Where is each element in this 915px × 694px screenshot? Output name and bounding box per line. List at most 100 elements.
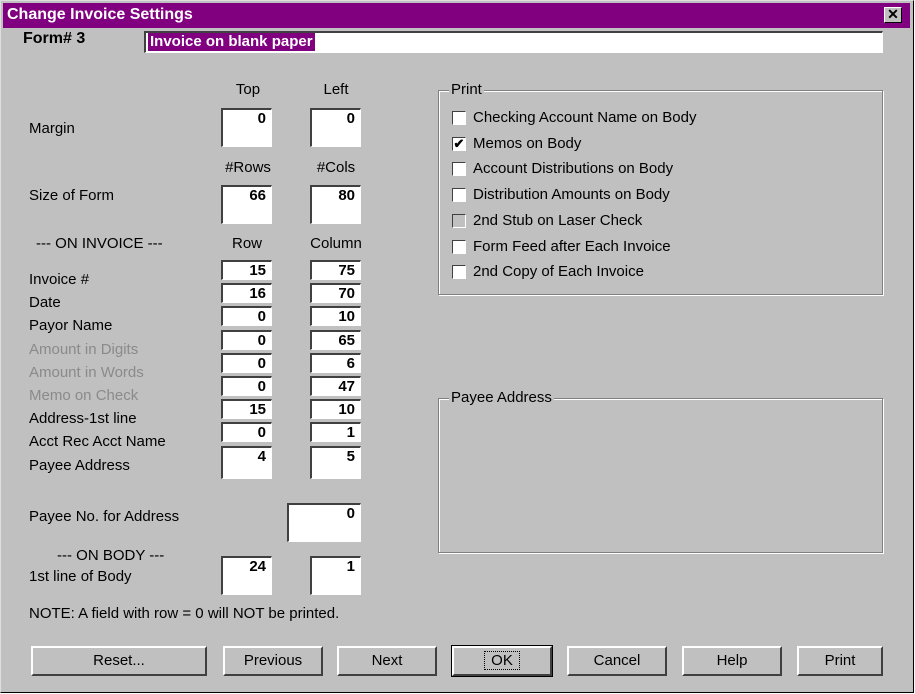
field-col-value: 47 <box>338 378 355 395</box>
close-button[interactable]: ✕ <box>884 7 902 23</box>
form-name-input[interactable]: Invoice on blank paper <box>144 31 883 53</box>
print-option-checkbox[interactable] <box>452 162 466 177</box>
print-option-checkbox[interactable] <box>452 265 466 280</box>
print-option-checkbox <box>452 213 466 228</box>
print-option-checkbox[interactable] <box>452 111 466 125</box>
margin-top-input[interactable]: 0 <box>221 108 272 147</box>
field-label: Acct Rec Acct Name <box>29 433 166 450</box>
dialog-window: Change Invoice Settings ✕ Form# 3 Invoic… <box>0 0 914 693</box>
margin-left-value: 0 <box>346 110 355 127</box>
reset-button[interactable]: Reset... <box>31 646 207 676</box>
print-option-checkbox[interactable]: ✔ <box>452 135 466 151</box>
field-row-input[interactable]: 16 <box>221 283 272 303</box>
payee-no-label: Payee No. for Address <box>29 508 180 525</box>
print-option-label: 2nd Stub on Laser Check <box>473 211 643 229</box>
print-option-label[interactable]: Account Distributions on Body <box>473 160 673 177</box>
cancel-button[interactable]: Cancel <box>567 646 667 676</box>
on-body-heading: --- ON BODY --- <box>57 547 165 564</box>
field-label: Memo on Check <box>29 387 139 404</box>
size-rows-value: 66 <box>249 187 266 204</box>
field-label: Amount in Words <box>29 364 144 381</box>
field-col-value: 5 <box>346 448 355 465</box>
field-label: Payee Address <box>29 457 130 474</box>
help-button[interactable]: Help <box>682 646 782 676</box>
field-label: Amount in Digits <box>29 341 139 358</box>
size-rows-input[interactable]: 66 <box>221 185 272 224</box>
ok-button[interactable]: OK <box>451 645 553 677</box>
header-row: Row <box>231 235 262 252</box>
header-cols: #Cols <box>316 159 356 176</box>
form-number-label: Form# 3 <box>23 30 86 47</box>
body-line-label: 1st line of Body <box>29 568 132 585</box>
field-col-input[interactable]: 70 <box>310 283 361 303</box>
close-icon: ✕ <box>887 6 899 22</box>
next-button[interactable]: Next <box>337 646 437 676</box>
ok-button-label: OK <box>484 651 520 670</box>
header-column: Column <box>310 235 362 252</box>
print-option-label[interactable]: Memos on Body <box>473 135 581 152</box>
field-col-input[interactable]: 1 <box>310 422 361 442</box>
field-row-value: 15 <box>249 401 266 418</box>
print-option-label[interactable]: Distribution Amounts on Body <box>473 186 670 203</box>
print-option-label[interactable]: Checking Account Name on Body <box>473 109 696 126</box>
field-row-input[interactable]: 0 <box>221 306 272 326</box>
field-col-value: 1 <box>346 424 355 441</box>
field-row-value: 0 <box>257 332 266 349</box>
margin-left-input[interactable]: 0 <box>310 108 361 147</box>
field-row-input[interactable]: 15 <box>221 399 272 419</box>
print-button[interactable]: Print <box>797 646 883 676</box>
field-row-value: 0 <box>257 424 266 441</box>
checkmark-icon: ✔ <box>453 135 465 151</box>
field-row-value: 15 <box>249 262 266 279</box>
field-row-input[interactable]: 0 <box>221 330 272 350</box>
body-line-col-input[interactable]: 1 <box>310 556 361 595</box>
print-group-legend: Print <box>449 81 484 98</box>
field-col-value: 10 <box>338 401 355 418</box>
field-row-input[interactable]: 0 <box>221 376 272 396</box>
field-col-value: 70 <box>338 285 355 302</box>
field-row-input[interactable]: 15 <box>221 260 272 280</box>
field-col-input[interactable]: 5 <box>310 446 361 479</box>
field-col-input[interactable]: 75 <box>310 260 361 280</box>
size-cols-input[interactable]: 80 <box>310 185 361 224</box>
field-col-value: 65 <box>338 332 355 349</box>
field-col-input[interactable]: 10 <box>310 399 361 419</box>
field-row-input[interactable]: 0 <box>221 353 272 373</box>
header-rows: #Rows <box>225 159 271 176</box>
field-col-input[interactable]: 6 <box>310 353 361 373</box>
print-option-checkbox[interactable] <box>452 188 466 203</box>
title-bar[interactable]: Change Invoice Settings ✕ <box>3 3 910 28</box>
field-row-value: 4 <box>257 448 266 465</box>
field-row-value: 0 <box>257 308 266 325</box>
next-button-label: Next <box>371 652 403 669</box>
field-row-value: 0 <box>257 378 266 395</box>
margin-label: Margin <box>29 120 75 137</box>
body-line-row-input[interactable]: 24 <box>221 556 272 595</box>
print-option-label[interactable]: Form Feed after Each Invoice <box>473 238 671 255</box>
field-label: Invoice # <box>29 271 90 288</box>
field-col-input[interactable]: 10 <box>310 306 361 326</box>
field-row-value: 16 <box>249 285 266 302</box>
previous-button[interactable]: Previous <box>223 646 323 676</box>
payee-no-input[interactable]: 0 <box>287 503 361 542</box>
print-button-label: Print <box>824 652 856 669</box>
cancel-button-label: Cancel <box>593 652 641 669</box>
size-of-form-label: Size of Form <box>29 187 115 204</box>
help-button-label: Help <box>716 652 748 669</box>
print-option-label[interactable]: 2nd Copy of Each Invoice <box>473 263 644 280</box>
header-top: Top <box>235 81 261 98</box>
payee-address-legend: Payee Address <box>449 389 554 406</box>
body-line-row-value: 24 <box>249 558 266 575</box>
print-option-checkbox[interactable] <box>452 239 466 254</box>
form-name-value: Invoice on blank paper <box>148 33 315 51</box>
window-title: Change Invoice Settings <box>7 6 193 23</box>
reset-button-label: Reset... <box>93 652 145 669</box>
field-col-value: 10 <box>338 308 355 325</box>
field-row-input[interactable]: 0 <box>221 422 272 442</box>
print-group: Print Checking Account Name on Body ✔ Memo… <box>438 81 883 295</box>
field-row-input[interactable]: 4 <box>221 446 272 479</box>
previous-button-label: Previous <box>243 652 303 669</box>
field-col-input[interactable]: 65 <box>310 330 361 350</box>
field-col-input[interactable]: 47 <box>310 376 361 396</box>
field-col-value: 6 <box>346 355 355 372</box>
